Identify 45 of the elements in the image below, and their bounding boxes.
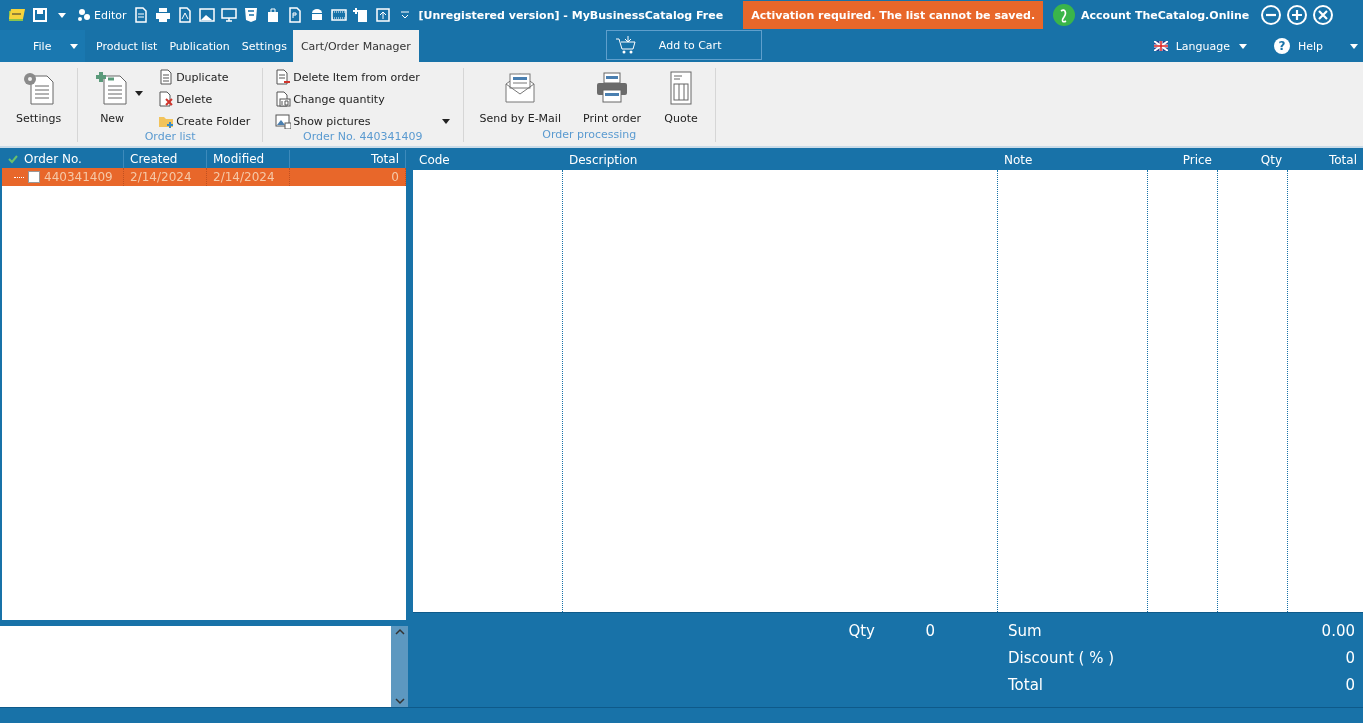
discount-value: 0 <box>1344 647 1355 669</box>
table-cell: 440341409 <box>44 170 113 184</box>
column-header[interactable]: Code <box>413 150 563 170</box>
ribbon-button[interactable]: New <box>90 68 135 127</box>
column-header[interactable]: Note <box>998 150 1148 170</box>
menu-tab[interactable]: Cart/Order Manager <box>292 30 419 62</box>
column-header[interactable]: Qty <box>1218 150 1288 170</box>
total-value: 0 <box>1344 674 1355 696</box>
help-menu[interactable]: ? Help <box>1273 30 1323 62</box>
group-caption: Order No. 440341409 <box>302 130 424 143</box>
column-header[interactable]: Total <box>1288 150 1363 170</box>
activation-warning: Activation required. The list cannot be saved. <box>743 1 1044 29</box>
column-header[interactable]: Description <box>563 150 998 170</box>
sum-label: Sum <box>1007 620 1043 642</box>
editor-label[interactable]: Editor <box>94 8 127 22</box>
add-to-cart-button[interactable]: Add to Cart <box>605 30 762 60</box>
ribbon-button[interactable]: Quote <box>659 68 704 127</box>
language-menu[interactable]: Language <box>1153 30 1248 62</box>
menu-tab[interactable]: Publication <box>163 30 236 62</box>
ribbon-button[interactable]: Delete <box>158 90 213 108</box>
menu-tab[interactable]: File <box>0 30 85 62</box>
sum-value: 0.00 <box>1320 620 1355 642</box>
ribbon-button[interactable]: Duplicate <box>158 68 229 86</box>
ribbon-button[interactable]: Show pictures <box>275 112 371 130</box>
table-cell: 2/14/2024 <box>207 168 290 186</box>
qty-label: Qty <box>847 620 875 642</box>
menu-tab[interactable]: Settings <box>235 30 293 62</box>
window-title: [Unregistered version] - MyBusinessCatalog Free <box>418 8 724 22</box>
group-caption: Order processing <box>541 128 638 142</box>
discount-label: Discount ( % ) <box>1007 647 1116 669</box>
help-icon: ? <box>1273 38 1290 54</box>
menu-tab[interactable]: Product list <box>90 30 164 62</box>
account-label[interactable]: Account TheCatalog.Online <box>1081 8 1250 22</box>
ribbon-button[interactable]: Print order <box>578 68 646 127</box>
qty-value: 0 <box>924 620 935 642</box>
group-caption: Order list <box>143 130 197 143</box>
ribbon-button[interactable]: Change quantity <box>275 90 385 108</box>
table-cell: 0 <box>290 168 406 186</box>
total-label: Total <box>1007 674 1045 696</box>
ribbon-button[interactable]: Delete Item from order <box>275 68 420 86</box>
ribbon-button[interactable]: Settings <box>12 68 66 127</box>
ribbon-button[interactable]: Send by E-Mail <box>475 68 565 127</box>
column-header[interactable]: Price <box>1148 150 1218 170</box>
table-cell: 2/14/2024 <box>124 168 207 186</box>
ribbon-button[interactable]: Create Folder <box>158 112 251 130</box>
